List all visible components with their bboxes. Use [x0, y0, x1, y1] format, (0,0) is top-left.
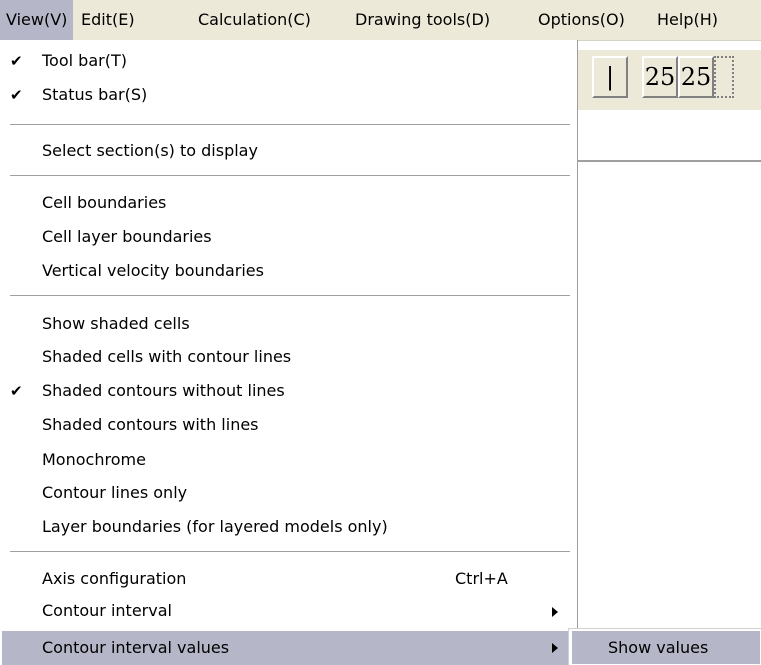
menu-item-contour-lines-only[interactable]: Contour lines only [2, 478, 574, 508]
submenu-arrow-icon [552, 607, 558, 617]
menu-item-label: Contour lines only [42, 483, 188, 502]
menu-item-shaded-contours-without-lines[interactable]: ✔ Shaded contours without lines [2, 376, 574, 406]
menu-item-tool-bar[interactable]: ✔ Tool bar(T) [2, 46, 574, 76]
menu-item-contour-interval[interactable]: Contour interval [2, 596, 574, 626]
menu-edit[interactable]: Edit(E) [75, 0, 141, 40]
menu-item-label: Shaded cells with contour lines [42, 347, 292, 366]
menu-item-label: Contour interval values [42, 638, 230, 657]
check-icon: ✔ [10, 86, 23, 104]
menu-item-label: Cell layer boundaries [42, 227, 212, 246]
submenu-arrow-icon [552, 643, 558, 653]
menu-item-shaded-contours-with-lines[interactable]: Shaded contours with lines [2, 410, 574, 440]
toolbar-line-button[interactable]: | [592, 56, 628, 98]
menu-drawing-tools[interactable]: Drawing tools(D) [349, 0, 496, 40]
toolbar: | 25 25 [578, 50, 761, 162]
menu-item-label: Shaded contours with lines [42, 415, 259, 434]
menu-item-status-bar[interactable]: ✔ Status bar(S) [2, 80, 574, 110]
menu-options[interactable]: Options(O) [532, 0, 631, 40]
menu-item-label: Layer boundaries (for layered models onl… [42, 517, 388, 536]
menu-item-shaded-cells-contour-lines[interactable]: Shaded cells with contour lines [2, 342, 574, 372]
menu-calculation[interactable]: Calculation(C) [192, 0, 317, 40]
menu-item-label: Tool bar(T) [42, 51, 127, 70]
toolbar-divider [578, 160, 761, 162]
menu-separator [10, 295, 570, 297]
shortcut-label: Ctrl+A [455, 569, 508, 588]
menu-item-cell-layer-boundaries[interactable]: Cell layer boundaries [2, 222, 574, 252]
menu-separator [10, 175, 570, 177]
menu-item-cell-boundaries[interactable]: Cell boundaries [2, 188, 574, 218]
menu-item-monochrome[interactable]: Monochrome [2, 445, 574, 475]
menu-item-label: Vertical velocity boundaries [42, 261, 264, 280]
menu-item-label: Select section(s) to display [42, 141, 258, 160]
menu-item-label: Show shaded cells [42, 314, 190, 333]
toolbar-25-button-a[interactable]: 25 [642, 56, 678, 98]
menu-item-label: Axis configuration [42, 569, 187, 588]
menu-item-label: Show values [608, 638, 709, 657]
submenu-item-show-values[interactable]: Show values [572, 631, 760, 664]
menu-separator [10, 124, 570, 126]
menu-item-select-sections[interactable]: Select section(s) to display [2, 136, 574, 166]
menu-help[interactable]: Help(H) [651, 0, 724, 40]
menu-bar: View(V) Edit(E) Calculation(C) Drawing t… [0, 0, 761, 41]
menu-item-label: Status bar(S) [42, 85, 148, 104]
menu-separator [10, 551, 570, 553]
check-icon: ✔ [10, 52, 23, 70]
contour-interval-values-submenu: Show values [568, 628, 761, 665]
menu-item-label: Cell boundaries [42, 193, 167, 212]
menu-item-axis-configuration[interactable]: Axis configuration Ctrl+A [2, 564, 574, 594]
menu-item-vertical-velocity-boundaries[interactable]: Vertical velocity boundaries [2, 256, 574, 286]
toolbar-select-button[interactable] [714, 56, 734, 98]
menu-item-label: Contour interval [42, 601, 172, 620]
menu-item-label: Shaded contours without lines [42, 381, 285, 400]
toolbar-25-button-b[interactable]: 25 [678, 56, 714, 98]
menu-item-label: Monochrome [42, 450, 146, 469]
view-menu-dropdown: ✔ Tool bar(T) ✔ Status bar(S) Select sec… [0, 40, 578, 665]
menu-item-contour-interval-values[interactable]: Contour interval values [2, 631, 574, 665]
menu-item-layer-boundaries[interactable]: Layer boundaries (for layered models onl… [2, 512, 574, 542]
menu-item-show-shaded-cells[interactable]: Show shaded cells [2, 309, 574, 339]
menu-view[interactable]: View(V) [0, 0, 74, 40]
check-icon: ✔ [10, 382, 23, 400]
